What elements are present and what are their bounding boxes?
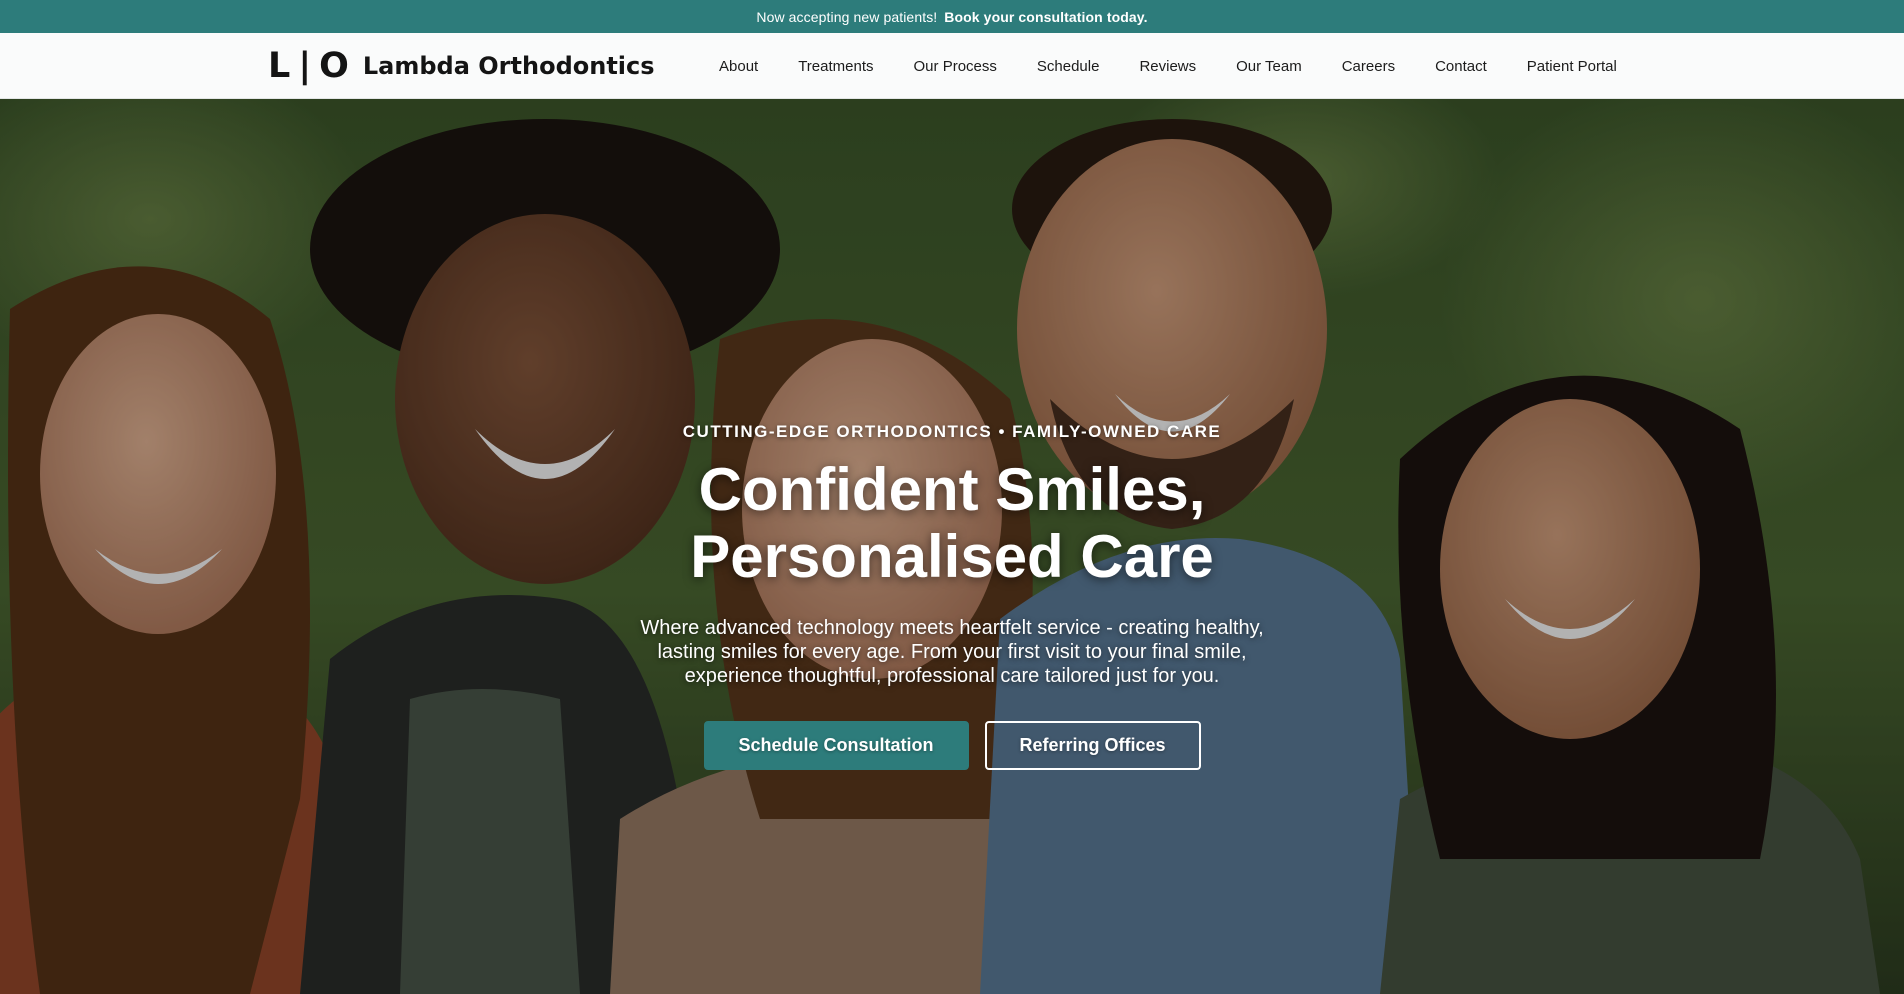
nav-link-schedule[interactable]: Schedule [1037, 58, 1100, 75]
nav-link-about[interactable]: About [719, 58, 758, 75]
nav-link-patient-portal[interactable]: Patient Portal [1527, 58, 1617, 75]
hero-section: CUTTING-EDGE ORTHODONTICS • FAMILY-OWNED… [0, 99, 1904, 994]
schedule-consultation-button[interactable]: Schedule Consultation [703, 721, 969, 770]
main-nav: About Treatments Our Process Schedule Re… [719, 33, 1617, 99]
nav-link-our-process[interactable]: Our Process [914, 58, 997, 75]
nav-link-reviews[interactable]: Reviews [1139, 58, 1196, 75]
hero-content: CUTTING-EDGE ORTHODONTICS • FAMILY-OWNED… [0, 99, 1904, 994]
site-header: L | O Lambda Orthodontics About Treatments… [0, 33, 1904, 99]
hero-title: Confident Smiles, Personalised Care [690, 456, 1214, 590]
announcement-link[interactable]: Book your consultation today. [944, 9, 1147, 25]
announcement-text: Now accepting new patients! [756, 8, 938, 25]
referring-offices-button[interactable]: Referring Offices [984, 721, 1201, 770]
nav-link-treatments[interactable]: Treatments [798, 58, 873, 75]
nav-link-contact[interactable]: Contact [1435, 58, 1487, 75]
hero-subtitle: Where advanced technology meets heartfel… [640, 617, 1264, 687]
logo-mark-divider: | [298, 46, 313, 86]
logo-mark: L | O [268, 46, 350, 86]
brand-name: Lambda Orthodontics [362, 52, 655, 80]
hero-title-line-2: Personalised Care [690, 523, 1214, 590]
hero-cta-row: Schedule Consultation Referring Offices [703, 721, 1201, 770]
logo[interactable]: L | O Lambda Orthodontics [268, 46, 655, 86]
hero-eyebrow: CUTTING-EDGE ORTHODONTICS • FAMILY-OWNED… [682, 422, 1222, 441]
logo-mark-letter-o: O [319, 46, 350, 86]
logo-mark-letter-l: L [268, 46, 292, 86]
announcement-bar: Now accepting new patients! Book your co… [0, 0, 1904, 33]
nav-link-our-team[interactable]: Our Team [1236, 58, 1302, 75]
hero-title-line-1: Confident Smiles, [698, 456, 1206, 523]
nav-link-careers[interactable]: Careers [1342, 58, 1395, 75]
